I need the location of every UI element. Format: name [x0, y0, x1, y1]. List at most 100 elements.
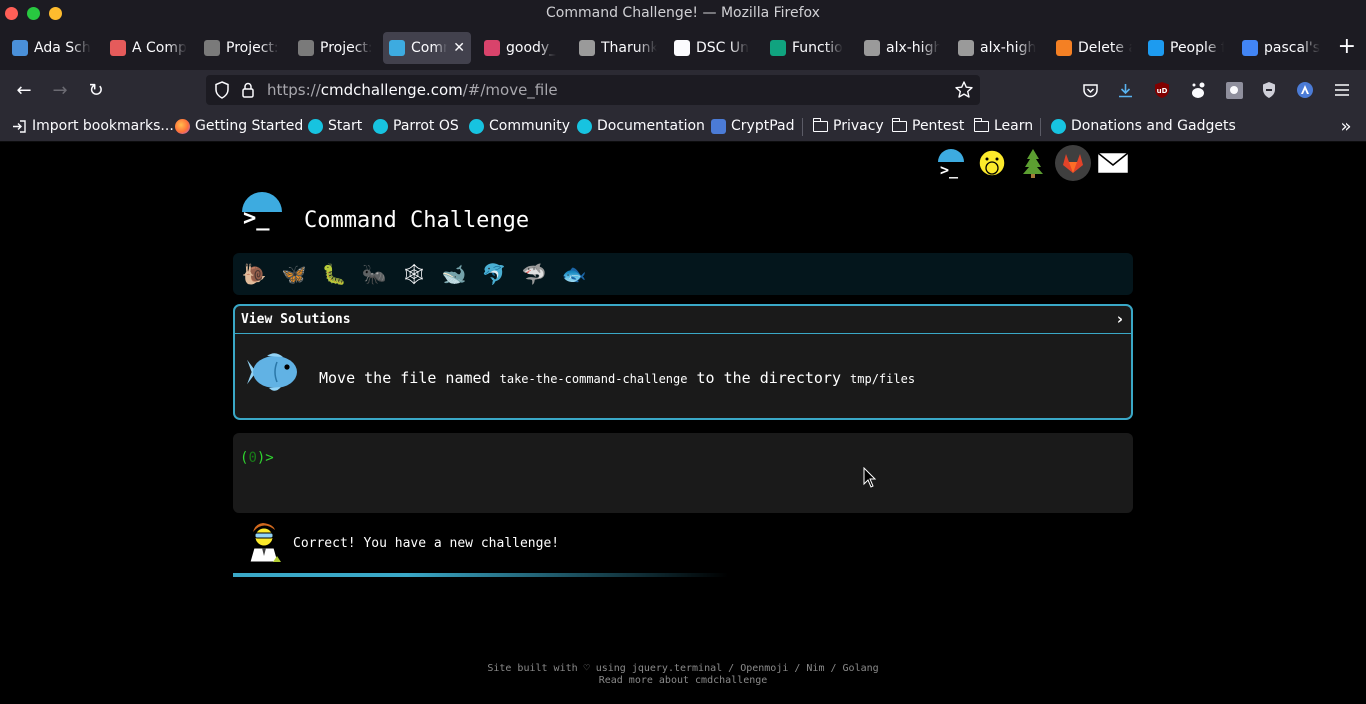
envelope-icon[interactable]	[1095, 145, 1131, 181]
tab[interactable]: Tharunk	[573, 32, 663, 64]
whale-icon[interactable]: 🐋	[439, 259, 469, 289]
tab[interactable]: Delete a	[1050, 32, 1138, 64]
import-icon	[12, 119, 27, 134]
cmdchallenge-logo-icon[interactable]: >_	[933, 145, 969, 181]
bookmark-documentation[interactable]: Documentation	[577, 117, 705, 135]
privacy-shield-icon[interactable]	[1259, 80, 1279, 100]
bookmark-separator	[802, 118, 803, 136]
alx-icon	[204, 40, 220, 56]
tab[interactable]: DSC Un	[668, 32, 760, 64]
folder-icon	[891, 117, 907, 132]
tab[interactable]: Functio	[764, 32, 852, 64]
tab[interactable]: Ada Sch	[6, 32, 98, 64]
scientist-avatar-icon	[245, 520, 285, 563]
github-icon	[579, 40, 595, 56]
tab-label: pascal's	[1264, 40, 1321, 56]
caterpillar-icon[interactable]: 🐛	[319, 259, 349, 289]
tracking-protection-shield-icon[interactable]	[214, 81, 230, 99]
tab-label: Project:	[226, 40, 279, 56]
bookmark-separator	[1040, 118, 1041, 136]
bookmark-label: Community	[489, 118, 571, 134]
view-solutions-toggle[interactable]: View Solutions ›	[235, 306, 1131, 334]
dolphin-icon[interactable]: 🐬	[479, 259, 509, 289]
gitlab-icon[interactable]	[1055, 145, 1091, 181]
tab[interactable]: alx-high	[858, 32, 946, 64]
tree-icon[interactable]	[1015, 145, 1051, 181]
mouse-cursor-icon	[863, 467, 877, 488]
tab[interactable]: Project:	[198, 32, 288, 64]
chevron-double-right-icon[interactable]: »	[1334, 114, 1358, 138]
face-hand-over-mouth-icon[interactable]	[974, 145, 1010, 181]
page-content: >_ >_ Command Challenge 🐌 🦋 🐛 🐜 🕸 🐋 🐬 🦈 🐟 View S…	[0, 142, 1366, 704]
ant-icon[interactable]: 🐜	[359, 259, 389, 289]
github-icon	[958, 40, 974, 56]
window-titlebar: Command Challenge! — Mozilla Firefox	[0, 0, 1366, 28]
check-circle-icon	[674, 40, 690, 56]
tab[interactable]: Project:	[292, 32, 378, 64]
bookmark-import[interactable]: Import bookmarks...	[12, 117, 174, 135]
bookmark-start[interactable]: Start	[308, 117, 362, 135]
pocket-icon[interactable]	[1080, 80, 1100, 100]
fish-icon[interactable]: 🐟	[559, 259, 589, 289]
bookmark-label: Getting Started	[195, 118, 304, 134]
new-tab-plus-icon[interactable]: +	[1338, 35, 1356, 59]
downloads-icon[interactable]	[1115, 80, 1135, 100]
bookmark-folder-privacy[interactable]: Privacy	[812, 117, 884, 135]
bookmark-getting-started[interactable]: Getting Started	[175, 117, 303, 135]
footer-read-more-link[interactable]: Read more about cmdchallenge	[0, 675, 1366, 687]
parrot-icon	[469, 118, 484, 134]
tab-label: goody_	[506, 40, 557, 56]
bookmark-donations[interactable]: Donations and Gadgets	[1051, 117, 1236, 135]
gnome-extension-icon[interactable]	[1188, 80, 1208, 100]
chevron-right-icon: ›	[1116, 310, 1123, 328]
url-bar[interactable]: https://cmdchallenge.com/#/move_file	[206, 75, 980, 105]
url-path: /#/move_file	[462, 81, 558, 99]
ublock-origin-icon[interactable]: uD	[1152, 80, 1172, 100]
tab[interactable]: alx-high	[952, 32, 1044, 64]
lock-icon[interactable]	[241, 81, 255, 99]
snail-icon[interactable]: 🐌	[239, 259, 269, 289]
tab-label: People f	[1170, 40, 1224, 56]
bookmark-folder-learn[interactable]: Learn	[973, 117, 1033, 135]
url-scheme: https://	[267, 81, 321, 99]
challenge-panel: View Solutions › Move the file named tak…	[233, 304, 1133, 420]
tab[interactable]: People f	[1142, 32, 1230, 64]
back-arrow-icon[interactable]: ←	[12, 78, 36, 102]
forward-arrow-icon[interactable]: →	[48, 78, 72, 102]
tab[interactable]: pascal's	[1236, 32, 1340, 64]
terminal-input[interactable]: (0)>	[233, 433, 1133, 513]
tab-label: alx-high	[886, 40, 940, 56]
shark-icon[interactable]: 🦈	[519, 259, 549, 289]
bookmark-community[interactable]: Community	[469, 117, 570, 135]
url-text[interactable]: https://cmdchallenge.com/#/move_file	[267, 81, 558, 99]
reload-icon[interactable]: ↻	[84, 78, 108, 102]
close-tab-icon[interactable]: ✕	[453, 40, 465, 56]
butterfly-icon[interactable]: 🦋	[279, 259, 309, 289]
bookmark-cryptpad[interactable]: CryptPad	[711, 117, 794, 135]
spider-web-icon[interactable]: 🕸	[399, 259, 429, 289]
site-logo[interactable]: >_	[240, 190, 286, 236]
tab[interactable]: goody_	[478, 32, 568, 64]
footer-credits: Site built with ♡ using jquery.terminal …	[487, 663, 879, 674]
folder-icon	[812, 117, 828, 132]
tab[interactable]: A Comp	[104, 32, 194, 64]
window-title: Command Challenge! — Mozilla Firefox	[546, 5, 820, 21]
tab-label: Functio	[792, 40, 843, 56]
tab-bar: Ada Sch A Comp Project: Project: Comm ✕ goody_…	[0, 28, 1366, 70]
prompt-count: 0	[248, 450, 257, 466]
tab-label: Comm	[411, 40, 447, 56]
twitter-icon	[1148, 40, 1164, 56]
bookmark-parrot-os[interactable]: Parrot OS	[373, 117, 459, 135]
hamburger-menu-icon[interactable]	[1332, 80, 1352, 100]
bookmark-folder-pentest[interactable]: Pentest	[891, 117, 965, 135]
tab[interactable]: Comm ✕	[383, 32, 471, 64]
extension-puzzle-icon[interactable]	[1224, 80, 1244, 100]
arch-linux-icon[interactable]	[1295, 80, 1315, 100]
bookmark-label: Pentest	[912, 118, 965, 134]
terminal-icon	[389, 40, 405, 56]
stackoverflow-icon	[1056, 40, 1072, 56]
parrot-icon	[373, 118, 388, 134]
bookmark-label: CryptPad	[731, 118, 795, 134]
prompt-suffix: )>	[256, 450, 274, 466]
bookmark-star-icon[interactable]	[954, 80, 974, 100]
